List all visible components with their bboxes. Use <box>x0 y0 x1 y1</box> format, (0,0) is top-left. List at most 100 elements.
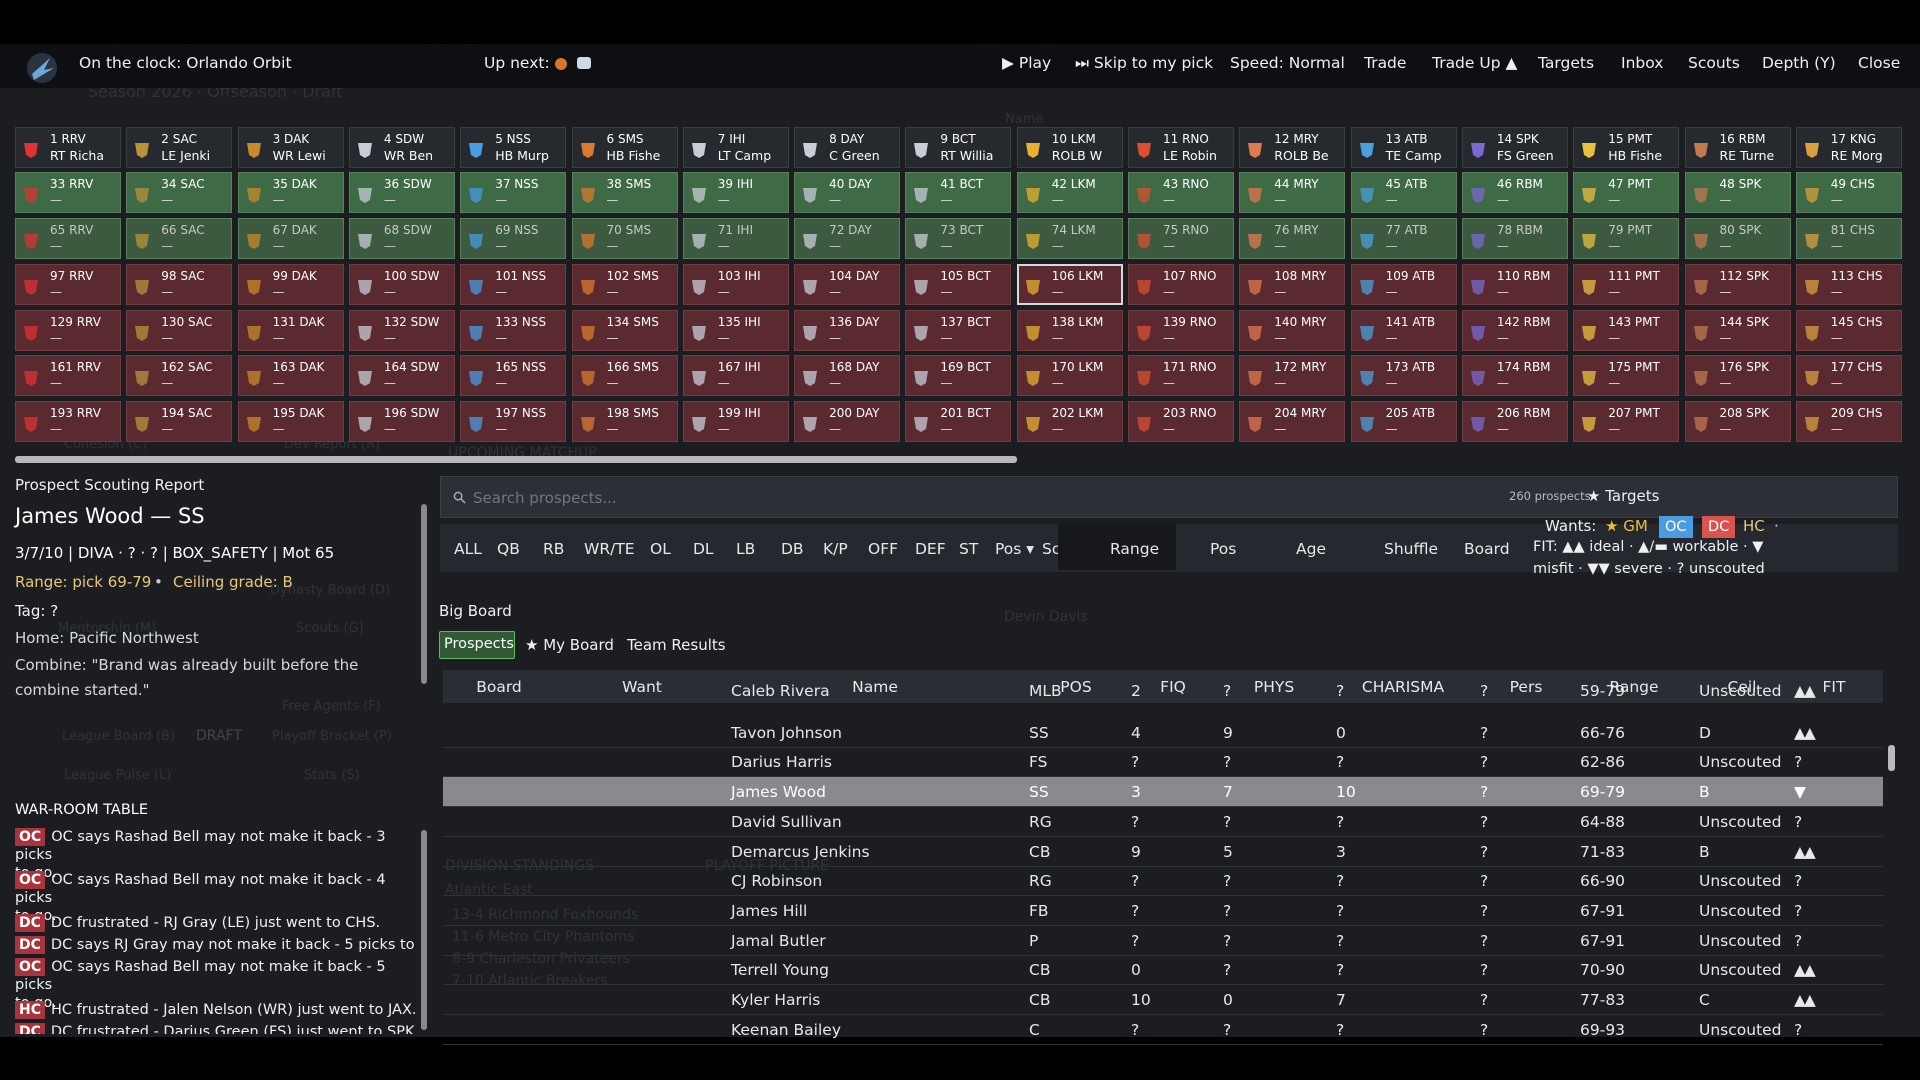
draft-pick-slot[interactable]: 173 ATB — <box>1350 355 1457 396</box>
draft-pick-made[interactable]: 10 LKM ROLB W <box>1016 127 1123 168</box>
draft-pick-slot[interactable]: 206 RBM — <box>1461 401 1568 442</box>
draft-pick-slot[interactable]: 37 NSS — <box>460 172 567 213</box>
draft-pick-slot[interactable]: 138 LKM — <box>1016 310 1123 351</box>
war-room-scrollbar[interactable] <box>421 830 427 1030</box>
draft-pick-slot[interactable]: 203 RNO — <box>1128 401 1234 442</box>
draft-pick-made[interactable]: 2 SAC LE Jenki <box>126 127 233 168</box>
draft-pick-slot[interactable]: 73 BCT — <box>905 218 1012 259</box>
draft-pick-slot[interactable]: 132 SDW — <box>348 310 455 351</box>
draft-pick-slot[interactable]: 38 SMS — <box>571 172 678 213</box>
draft-pick-slot[interactable]: 166 SMS — <box>571 355 678 396</box>
sort-shuffle[interactable]: Shuffle <box>1384 540 1438 558</box>
play-button[interactable]: ▶ Play <box>1002 54 1051 72</box>
skip-to-pick-button[interactable]: ⏭ Skip to my pick <box>1075 54 1213 73</box>
draft-pick-slot[interactable]: 129 RRV — <box>15 310 121 351</box>
draft-pick-slot[interactable]: 101 NSS — <box>460 264 567 305</box>
report-scrollbar[interactable] <box>421 504 427 684</box>
filter-kp[interactable]: K/P <box>823 540 848 558</box>
draft-pick-slot[interactable]: 204 MRY — <box>1239 401 1346 442</box>
draft-pick-made[interactable]: 9 BCT RT Willia <box>905 127 1012 168</box>
draft-pick-slot[interactable]: 165 NSS — <box>460 355 567 396</box>
draft-pick-slot[interactable]: 74 LKM — <box>1016 218 1123 259</box>
filter-all[interactable]: ALL <box>454 540 482 558</box>
draft-pick-slot[interactable]: 145 CHS — <box>1795 310 1902 351</box>
draft-pick-slot[interactable]: 68 SDW — <box>348 218 455 259</box>
draft-pick-slot[interactable]: 80 SPK — <box>1684 218 1791 259</box>
draft-pick-slot[interactable]: 49 CHS — <box>1795 172 1902 213</box>
draft-pick-slot[interactable]: 133 NSS — <box>460 310 567 351</box>
draft-pick-slot[interactable]: 197 NSS — <box>460 401 567 442</box>
draft-pick-slot[interactable]: 167 IHI — <box>682 355 789 396</box>
filter-db[interactable]: DB <box>781 540 804 558</box>
tab-prospects[interactable]: Prospects <box>439 631 515 659</box>
draft-pick-slot[interactable]: 77 ATB — <box>1350 218 1457 259</box>
draft-pick-made[interactable]: 12 MRY ROLB Be <box>1239 127 1346 168</box>
speed-button[interactable]: Speed: Normal <box>1230 54 1345 72</box>
draft-pick-slot[interactable]: 200 DAY — <box>794 401 901 442</box>
draft-pick-slot[interactable]: 169 BCT — <box>905 355 1012 396</box>
draft-pick-slot[interactable]: 195 DAK — <box>237 401 344 442</box>
scouts-button[interactable]: Scouts <box>1688 54 1740 72</box>
draft-pick-slot[interactable]: 70 SMS — <box>571 218 678 259</box>
draft-pick-slot[interactable]: 66 SAC — <box>126 218 233 259</box>
draft-pick-made[interactable]: 1 RRV RT Richa <box>15 127 121 168</box>
table-row[interactable]: James Wood SS 3 7 10? 69-79 B ▼ <box>443 777 1883 808</box>
filter-pos[interactable]: Pos ▾ <box>995 540 1034 558</box>
draft-pick-slot[interactable]: 105 BCT — <box>905 264 1012 305</box>
draft-pick-slot[interactable]: 175 PMT — <box>1573 355 1680 396</box>
tab-my-board[interactable]: ★ My Board <box>525 636 614 654</box>
draft-pick-slot[interactable]: 108 MRY — <box>1239 264 1346 305</box>
sort-pos[interactable]: Pos <box>1210 540 1236 558</box>
draft-pick-slot[interactable]: 106 LKM — <box>1016 264 1123 305</box>
draft-pick-slot[interactable]: 134 SMS — <box>571 310 678 351</box>
draft-pick-slot[interactable]: 113 CHS — <box>1795 264 1902 305</box>
draft-pick-slot[interactable]: 111 PMT — <box>1573 264 1680 305</box>
filter-rb[interactable]: RB <box>543 540 564 558</box>
table-row[interactable]: David Sullivan RG???? 64-88 Unscouted? <box>443 807 1883 837</box>
draft-pick-made[interactable]: 3 DAK WR Lewi <box>237 127 344 168</box>
draft-pick-slot[interactable]: 202 LKM — <box>1016 401 1123 442</box>
table-row[interactable]: Demarcus Jenkins CB 9 5 3? 71-83 B ▲▲ <box>443 837 1883 867</box>
filter-st[interactable]: ST <box>959 540 978 558</box>
table-row[interactable]: Caleb Rivera MLB 2??? 59-79 Unscouted ▲▲ <box>443 682 1883 700</box>
draft-pick-slot[interactable]: 137 BCT — <box>905 310 1012 351</box>
draft-pick-made[interactable]: 5 NSS HB Murp <box>460 127 567 168</box>
table-row[interactable]: Jamal Butler P???? 67-91 Unscouted? <box>443 926 1883 956</box>
draft-pick-slot[interactable]: 130 SAC — <box>126 310 233 351</box>
trade-up-button[interactable]: Trade Up ▲ <box>1432 54 1517 72</box>
draft-pick-slot[interactable]: 39 IHI — <box>682 172 789 213</box>
table-row[interactable]: Terrell Young CB 0??? 70-90 Unscouted ▲▲ <box>443 955 1883 986</box>
draft-pick-slot[interactable]: 34 SAC — <box>126 172 233 213</box>
draft-pick-slot[interactable]: 199 IHI — <box>682 401 789 442</box>
draft-pick-slot[interactable]: 205 ATB — <box>1350 401 1457 442</box>
draft-pick-slot[interactable]: 193 RRV — <box>15 401 121 442</box>
draft-pick-slot[interactable]: 174 RBM — <box>1461 355 1568 396</box>
draft-pick-slot[interactable]: 42 LKM — <box>1016 172 1123 213</box>
draft-pick-slot[interactable]: 136 DAY — <box>794 310 901 351</box>
draft-pick-slot[interactable]: 209 CHS — <box>1795 401 1902 442</box>
draft-pick-slot[interactable]: 139 RNO — <box>1128 310 1234 351</box>
draft-pick-slot[interactable]: 100 SDW — <box>348 264 455 305</box>
draft-pick-slot[interactable]: 79 PMT — <box>1573 218 1680 259</box>
draft-pick-slot[interactable]: 162 SAC — <box>126 355 233 396</box>
draft-pick-slot[interactable]: 36 SDW — <box>348 172 455 213</box>
draft-pick-slot[interactable]: 45 ATB — <box>1350 172 1457 213</box>
draft-pick-slot[interactable]: 35 DAK — <box>237 172 344 213</box>
draft-pick-slot[interactable]: 109 ATB — <box>1350 264 1457 305</box>
draft-pick-slot[interactable]: 170 LKM — <box>1016 355 1123 396</box>
draft-pick-slot[interactable]: 144 SPK — <box>1684 310 1791 351</box>
draft-pick-slot[interactable]: 172 MRY — <box>1239 355 1346 396</box>
draft-pick-slot[interactable]: 104 DAY — <box>794 264 901 305</box>
sort-age[interactable]: Age <box>1296 540 1326 558</box>
draft-pick-slot[interactable]: 140 MRY — <box>1239 310 1346 351</box>
draft-pick-made[interactable]: 17 KNG RE Morg <box>1795 127 1902 168</box>
draft-pick-slot[interactable]: 135 IHI — <box>682 310 789 351</box>
draft-pick-made[interactable]: 8 DAY C Green <box>794 127 901 168</box>
table-row[interactable]: James Hill FB???? 67-91 Unscouted? <box>443 896 1883 926</box>
draft-pick-slot[interactable]: 177 CHS — <box>1795 355 1902 396</box>
draft-pick-made[interactable]: 13 ATB TE Camp <box>1350 127 1457 168</box>
draft-pick-slot[interactable]: 201 BCT — <box>905 401 1012 442</box>
draft-pick-slot[interactable]: 78 RBM — <box>1461 218 1568 259</box>
draft-pick-slot[interactable]: 207 PMT — <box>1573 401 1680 442</box>
draft-pick-slot[interactable]: 48 SPK — <box>1684 172 1791 213</box>
